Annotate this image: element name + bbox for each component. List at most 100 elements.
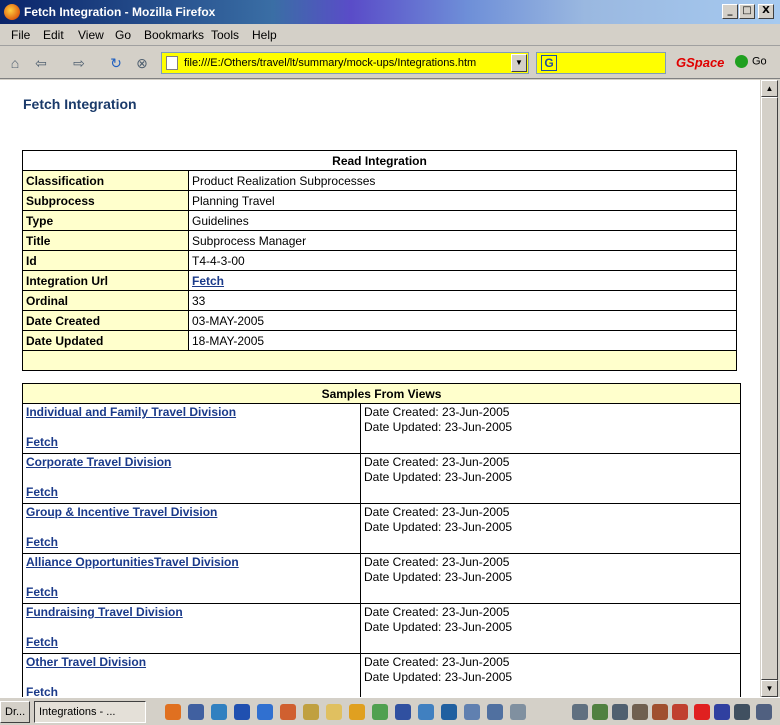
row-value: T4-4-3-00 — [188, 250, 737, 271]
date-updated: Date Updated: 23-Jun-2005 — [364, 520, 513, 534]
go-button[interactable]: Go — [735, 55, 767, 68]
firefox-quick-icon[interactable] — [165, 704, 181, 720]
sample-links: Individual and Family Travel Division Fet… — [22, 403, 361, 454]
google-search-icon[interactable]: G — [541, 55, 557, 71]
row-label: Type — [22, 210, 189, 231]
table-row: Corporate Travel Division Fetch Date Crea… — [22, 453, 741, 504]
division-link[interactable]: Alliance OpportunitiesTravel Division — [26, 555, 357, 570]
app-quick-icon[interactable] — [234, 704, 250, 720]
row-label: Integration Url — [22, 270, 189, 291]
row-label: Date Updated — [22, 330, 189, 351]
menu-file[interactable]: File — [11, 28, 30, 42]
tray-icon[interactable] — [592, 704, 608, 720]
app-quick-icon[interactable] — [510, 704, 526, 720]
app-quick-icon[interactable] — [211, 704, 227, 720]
address-text: file:///E:/Others/travel/lt/summary/mock… — [184, 57, 477, 69]
menu-help[interactable]: Help — [252, 28, 277, 42]
table-footer — [22, 350, 737, 371]
tray-icon[interactable] — [632, 704, 648, 720]
minimize-button[interactable]: _ — [722, 4, 738, 19]
fetch-link[interactable]: Fetch — [26, 435, 357, 450]
row-label: Ordinal — [22, 290, 189, 311]
taskbar-item-dr[interactable]: Dr... — [0, 701, 30, 723]
tray-icon[interactable] — [714, 704, 730, 720]
home-icon[interactable]: ⌂ — [6, 54, 24, 72]
taskbar-item-integrations[interactable]: Integrations - ... — [34, 701, 146, 723]
tray-icon[interactable] — [734, 704, 750, 720]
fetch-link[interactable]: Fetch — [26, 635, 357, 650]
sample-dates: Date Created: 23-Jun-2005 Date Updated: 2… — [360, 553, 741, 604]
gspace-button[interactable]: GSpace — [676, 55, 724, 70]
integration-url-link[interactable]: Fetch — [192, 274, 224, 288]
browser-window: Fetch Integration - Mozilla Firefox _ □ … — [0, 0, 780, 725]
row-value: Fetch — [188, 270, 737, 291]
forward-icon[interactable]: ⇨ — [70, 54, 88, 72]
menu-view[interactable]: View — [78, 28, 104, 42]
division-link[interactable]: Group & Incentive Travel Division — [26, 505, 357, 520]
menu-bookmarks[interactable]: Bookmarks — [144, 28, 204, 42]
app-quick-icon[interactable] — [303, 704, 319, 720]
sample-dates: Date Created: 23-Jun-2005 Date Updated: 2… — [360, 503, 741, 554]
menu-tools[interactable]: Tools — [211, 28, 239, 42]
app-quick-icon[interactable] — [280, 704, 296, 720]
go-icon — [735, 55, 748, 68]
division-link[interactable]: Other Travel Division — [26, 655, 357, 670]
samples-table: Samples From Views Individual and Family… — [22, 383, 741, 697]
app-quick-icon[interactable] — [188, 704, 204, 720]
close-button[interactable]: X — [758, 4, 774, 19]
back-icon[interactable]: ⇦ — [32, 54, 50, 72]
sample-links: Other Travel Division Fetch — [22, 653, 361, 697]
menu-go[interactable]: Go — [115, 28, 131, 42]
row-label: Subprocess — [22, 190, 189, 211]
fetch-link[interactable]: Fetch — [26, 585, 357, 600]
app-quick-icon[interactable] — [395, 704, 411, 720]
ie-quick-icon[interactable] — [257, 704, 273, 720]
maximize-button[interactable]: □ — [739, 4, 755, 19]
row-value: Product Realization Subprocesses — [188, 170, 737, 191]
app-quick-icon[interactable] — [349, 704, 365, 720]
app-quick-icon[interactable] — [464, 704, 480, 720]
vertical-scrollbar[interactable]: ▲ ▼ — [760, 80, 778, 697]
table-row: Individual and Family Travel Division Fet… — [22, 403, 741, 454]
date-updated: Date Updated: 23-Jun-2005 — [364, 620, 513, 634]
tray-icon[interactable] — [612, 704, 628, 720]
scroll-up-icon[interactable]: ▲ — [761, 80, 778, 97]
date-updated: Date Updated: 23-Jun-2005 — [364, 420, 513, 434]
tray-icon[interactable] — [652, 704, 668, 720]
date-updated: Date Updated: 23-Jun-2005 — [364, 670, 513, 684]
app-quick-icon[interactable] — [487, 704, 503, 720]
search-box[interactable]: G — [536, 52, 666, 74]
row-label: Title — [22, 230, 189, 251]
scroll-thumb[interactable] — [761, 97, 778, 680]
date-created: Date Created: 23-Jun-2005 — [364, 455, 510, 469]
app-quick-icon[interactable] — [441, 704, 457, 720]
fetch-link[interactable]: Fetch — [26, 535, 357, 550]
date-created: Date Created: 23-Jun-2005 — [364, 605, 510, 619]
stop-icon[interactable]: ⊗ — [133, 54, 151, 72]
row-value: 18-MAY-2005 — [188, 330, 737, 351]
date-updated: Date Updated: 23-Jun-2005 — [364, 470, 513, 484]
tray-icon[interactable] — [694, 704, 710, 720]
tray-icon[interactable] — [756, 704, 772, 720]
sample-dates: Date Created: 23-Jun-2005 Date Updated: 2… — [360, 453, 741, 504]
fetch-link[interactable]: Fetch — [26, 685, 357, 697]
app-quick-icon[interactable] — [418, 704, 434, 720]
row-value: Guidelines — [188, 210, 737, 231]
app-quick-icon[interactable] — [326, 704, 342, 720]
division-link[interactable]: Corporate Travel Division — [26, 455, 357, 470]
division-link[interactable]: Individual and Family Travel Division — [26, 405, 357, 420]
sample-links: Alliance OpportunitiesTravel Division Fet… — [22, 553, 361, 604]
firefox-icon — [4, 4, 20, 20]
reload-icon[interactable]: ↻ — [107, 54, 125, 72]
taskbar: Dr... Integrations - ... — [0, 697, 780, 725]
menu-edit[interactable]: Edit — [43, 28, 64, 42]
address-bar[interactable]: file:///E:/Others/travel/lt/summary/mock… — [161, 52, 529, 74]
scroll-down-icon[interactable]: ▼ — [761, 680, 778, 697]
division-link[interactable]: Fundraising Travel Division — [26, 605, 357, 620]
fetch-link[interactable]: Fetch — [26, 485, 357, 500]
app-quick-icon[interactable] — [372, 704, 388, 720]
date-updated: Date Updated: 23-Jun-2005 — [364, 570, 513, 584]
tray-icon[interactable] — [572, 704, 588, 720]
tray-icon[interactable] — [672, 704, 688, 720]
address-dropdown-icon[interactable]: ▼ — [511, 54, 527, 72]
